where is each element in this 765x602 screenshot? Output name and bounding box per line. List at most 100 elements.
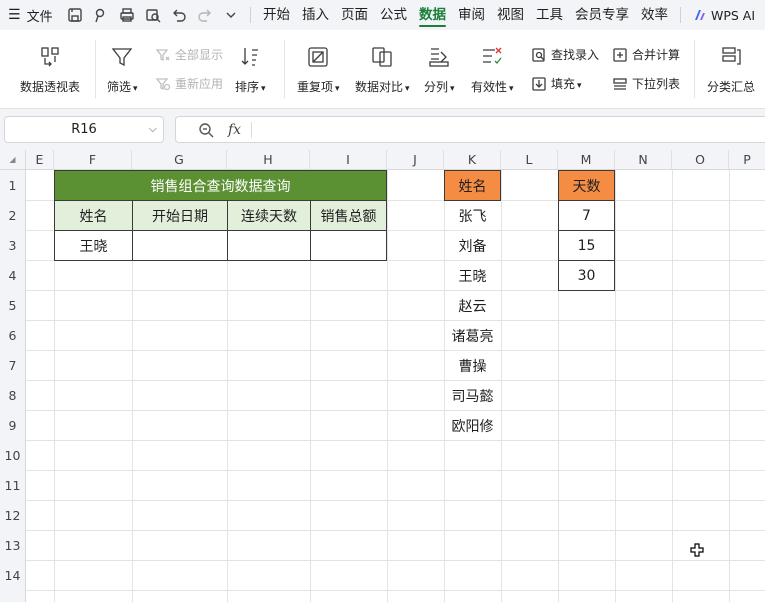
row-header-5[interactable]: 5 [0,290,26,320]
tab-formula[interactable]: 公式 [374,0,413,30]
names-list-item[interactable]: 欧阳修 [444,411,501,440]
column-header-j[interactable]: J [387,150,444,170]
tab-insert[interactable]: 插入 [296,0,335,30]
row-header-15[interactable] [0,590,26,602]
names-list-item[interactable]: 曹操 [444,351,501,380]
dropdown-list-button[interactable]: 下拉列表 [612,75,680,92]
query-cell-days[interactable] [227,231,310,261]
query-table-title[interactable]: 销售组合查询数据查询 [54,170,387,201]
select-all-corner[interactable]: ◢ [0,150,26,170]
days-list-item[interactable]: 30 [558,261,615,291]
row-header-10[interactable]: 10 [0,440,26,470]
tab-tools[interactable]: 工具 [530,0,569,30]
row-header-8[interactable]: 8 [0,380,26,410]
row-header-13[interactable]: 13 [0,530,26,560]
tab-page[interactable]: 页面 [335,0,374,30]
filter-label: 筛选 ▾ [107,80,138,94]
tab-home[interactable]: 开始 [257,0,296,30]
data-compare-button[interactable]: 数据对比 ▾ [355,44,410,95]
names-list-item[interactable]: 赵云 [444,291,501,320]
sort-button[interactable]: 排序 ▾ [235,44,266,95]
gridline [672,170,673,602]
tab-efficiency[interactable]: 效率 [635,0,674,30]
row-header-12[interactable]: 12 [0,500,26,530]
subtotal-label: 分类汇总 [707,80,756,94]
chevron-down-icon[interactable]: ⌵ [149,122,157,136]
validity-label: 有效性 ▾ [471,80,514,94]
split-column-button[interactable]: 分列 ▾ [424,44,455,95]
consolidate-button[interactable]: 合并计算 [612,46,680,63]
name-box[interactable]: R16 ⌵ [4,116,164,143]
days-list-item[interactable]: 15 [558,231,615,261]
fill-icon [532,76,546,91]
print-icon[interactable] [114,2,140,28]
column-header-l[interactable]: L [501,150,558,170]
row-header-4[interactable]: 4 [0,260,26,290]
names-list-item[interactable]: 张飞 [444,201,501,230]
find-entry-icon [532,47,545,62]
column-header-i[interactable]: I [310,150,387,170]
row-header-2[interactable]: 2 [0,200,26,230]
file-menu[interactable]: ☰ 文件 [0,6,62,25]
find-entry-button[interactable]: 查找录入 [531,46,599,63]
names-list-header[interactable]: 姓名 [444,170,501,201]
filter-button[interactable]: 筛选 ▾ [107,44,138,95]
names-list-item[interactable]: 王晓 [444,261,501,290]
fill-button[interactable]: 填充 ▾ [531,75,582,92]
column-header-e[interactable]: E [26,150,54,170]
ribbon-separator [284,40,285,98]
tab-member[interactable]: 会员专享 [569,0,635,30]
query-header-days[interactable]: 连续天数 [227,201,310,231]
names-list-item[interactable]: 司马懿 [444,381,501,410]
row-header-3[interactable]: 3 [0,230,26,260]
consolidate-icon [613,47,627,62]
formula-input[interactable]: fx [175,116,765,143]
query-cell-name[interactable]: 王晓 [54,231,132,261]
show-all-icon [155,48,170,61]
print-preview-icon[interactable] [140,2,166,28]
duplicates-button[interactable]: 重复项 ▾ [297,44,340,95]
column-header-h[interactable]: H [227,150,310,170]
row-header-11[interactable]: 11 [0,470,26,500]
column-header-g[interactable]: G [132,150,227,170]
query-cell-total-sales[interactable] [310,231,387,261]
fx-icon[interactable]: fx [228,122,241,138]
save-icon[interactable] [62,2,88,28]
days-list-header[interactable]: 天数 [558,170,615,201]
column-header-o[interactable]: O [672,150,729,170]
row-header-14[interactable]: 14 [0,560,26,590]
row-header-9[interactable]: 9 [0,410,26,440]
names-list-item[interactable]: 诸葛亮 [444,321,501,350]
column-header-k[interactable]: K [444,150,501,170]
row-header-6[interactable]: 6 [0,320,26,350]
chevron-down-icon[interactable] [218,2,244,28]
column-header-f[interactable]: F [54,150,132,170]
tab-view[interactable]: 视图 [491,0,530,30]
row-header-7[interactable]: 7 [0,350,26,380]
row-header-1[interactable]: 1 [0,170,26,200]
column-header-n[interactable]: N [615,150,672,170]
show-all-button[interactable]: 全部显示 [155,46,223,63]
spreadsheet-grid[interactable]: ◢ E F G H I J K L M N O P 1 2 3 4 5 6 7 … [0,150,765,602]
wps-ai-button[interactable]: WPS AI [693,8,755,23]
validity-button[interactable]: 有效性 ▾ [471,44,514,95]
column-header-m[interactable]: M [558,150,615,170]
tab-review[interactable]: 审阅 [452,0,491,30]
query-header-start-date[interactable]: 开始日期 [132,201,227,231]
undo-icon[interactable] [166,2,192,28]
redo-icon[interactable] [192,2,218,28]
export-pdf-icon[interactable] [88,2,114,28]
reapply-button[interactable]: 重新应用 [155,75,223,92]
ribbon-separator [694,40,695,98]
dropdown-list-icon [613,77,627,90]
names-list-item[interactable]: 刘备 [444,231,501,260]
pivot-table-button[interactable]: 数据透视表 [20,44,80,95]
query-header-total-sales[interactable]: 销售总额 [310,201,387,231]
column-header-p[interactable]: P [729,150,765,170]
days-list-item[interactable]: 7 [558,201,615,231]
tab-data[interactable]: 数据 [413,0,452,30]
query-cell-start-date[interactable] [132,231,227,261]
query-header-name[interactable]: 姓名 [54,201,132,231]
subtotal-button[interactable]: 分类汇总 [707,44,755,95]
zoom-icon[interactable] [198,122,214,138]
